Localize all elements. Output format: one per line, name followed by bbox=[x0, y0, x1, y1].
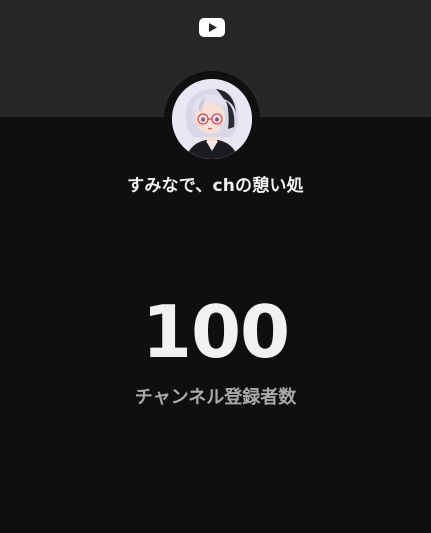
youtube-logo-icon bbox=[199, 18, 225, 37]
anime-avatar-image bbox=[172, 79, 252, 159]
channel-name[interactable]: すみなで、chの憩い処 bbox=[0, 171, 431, 196]
subscriber-counter-card: すみなで、chの憩い処 100 チャンネル登録者数 bbox=[0, 0, 431, 533]
avatar-frame bbox=[164, 71, 260, 167]
subscriber-count: 100 bbox=[141, 290, 290, 374]
channel-avatar[interactable] bbox=[172, 79, 252, 159]
subscriber-count-label: チャンネル登録者数 bbox=[134, 387, 297, 408]
